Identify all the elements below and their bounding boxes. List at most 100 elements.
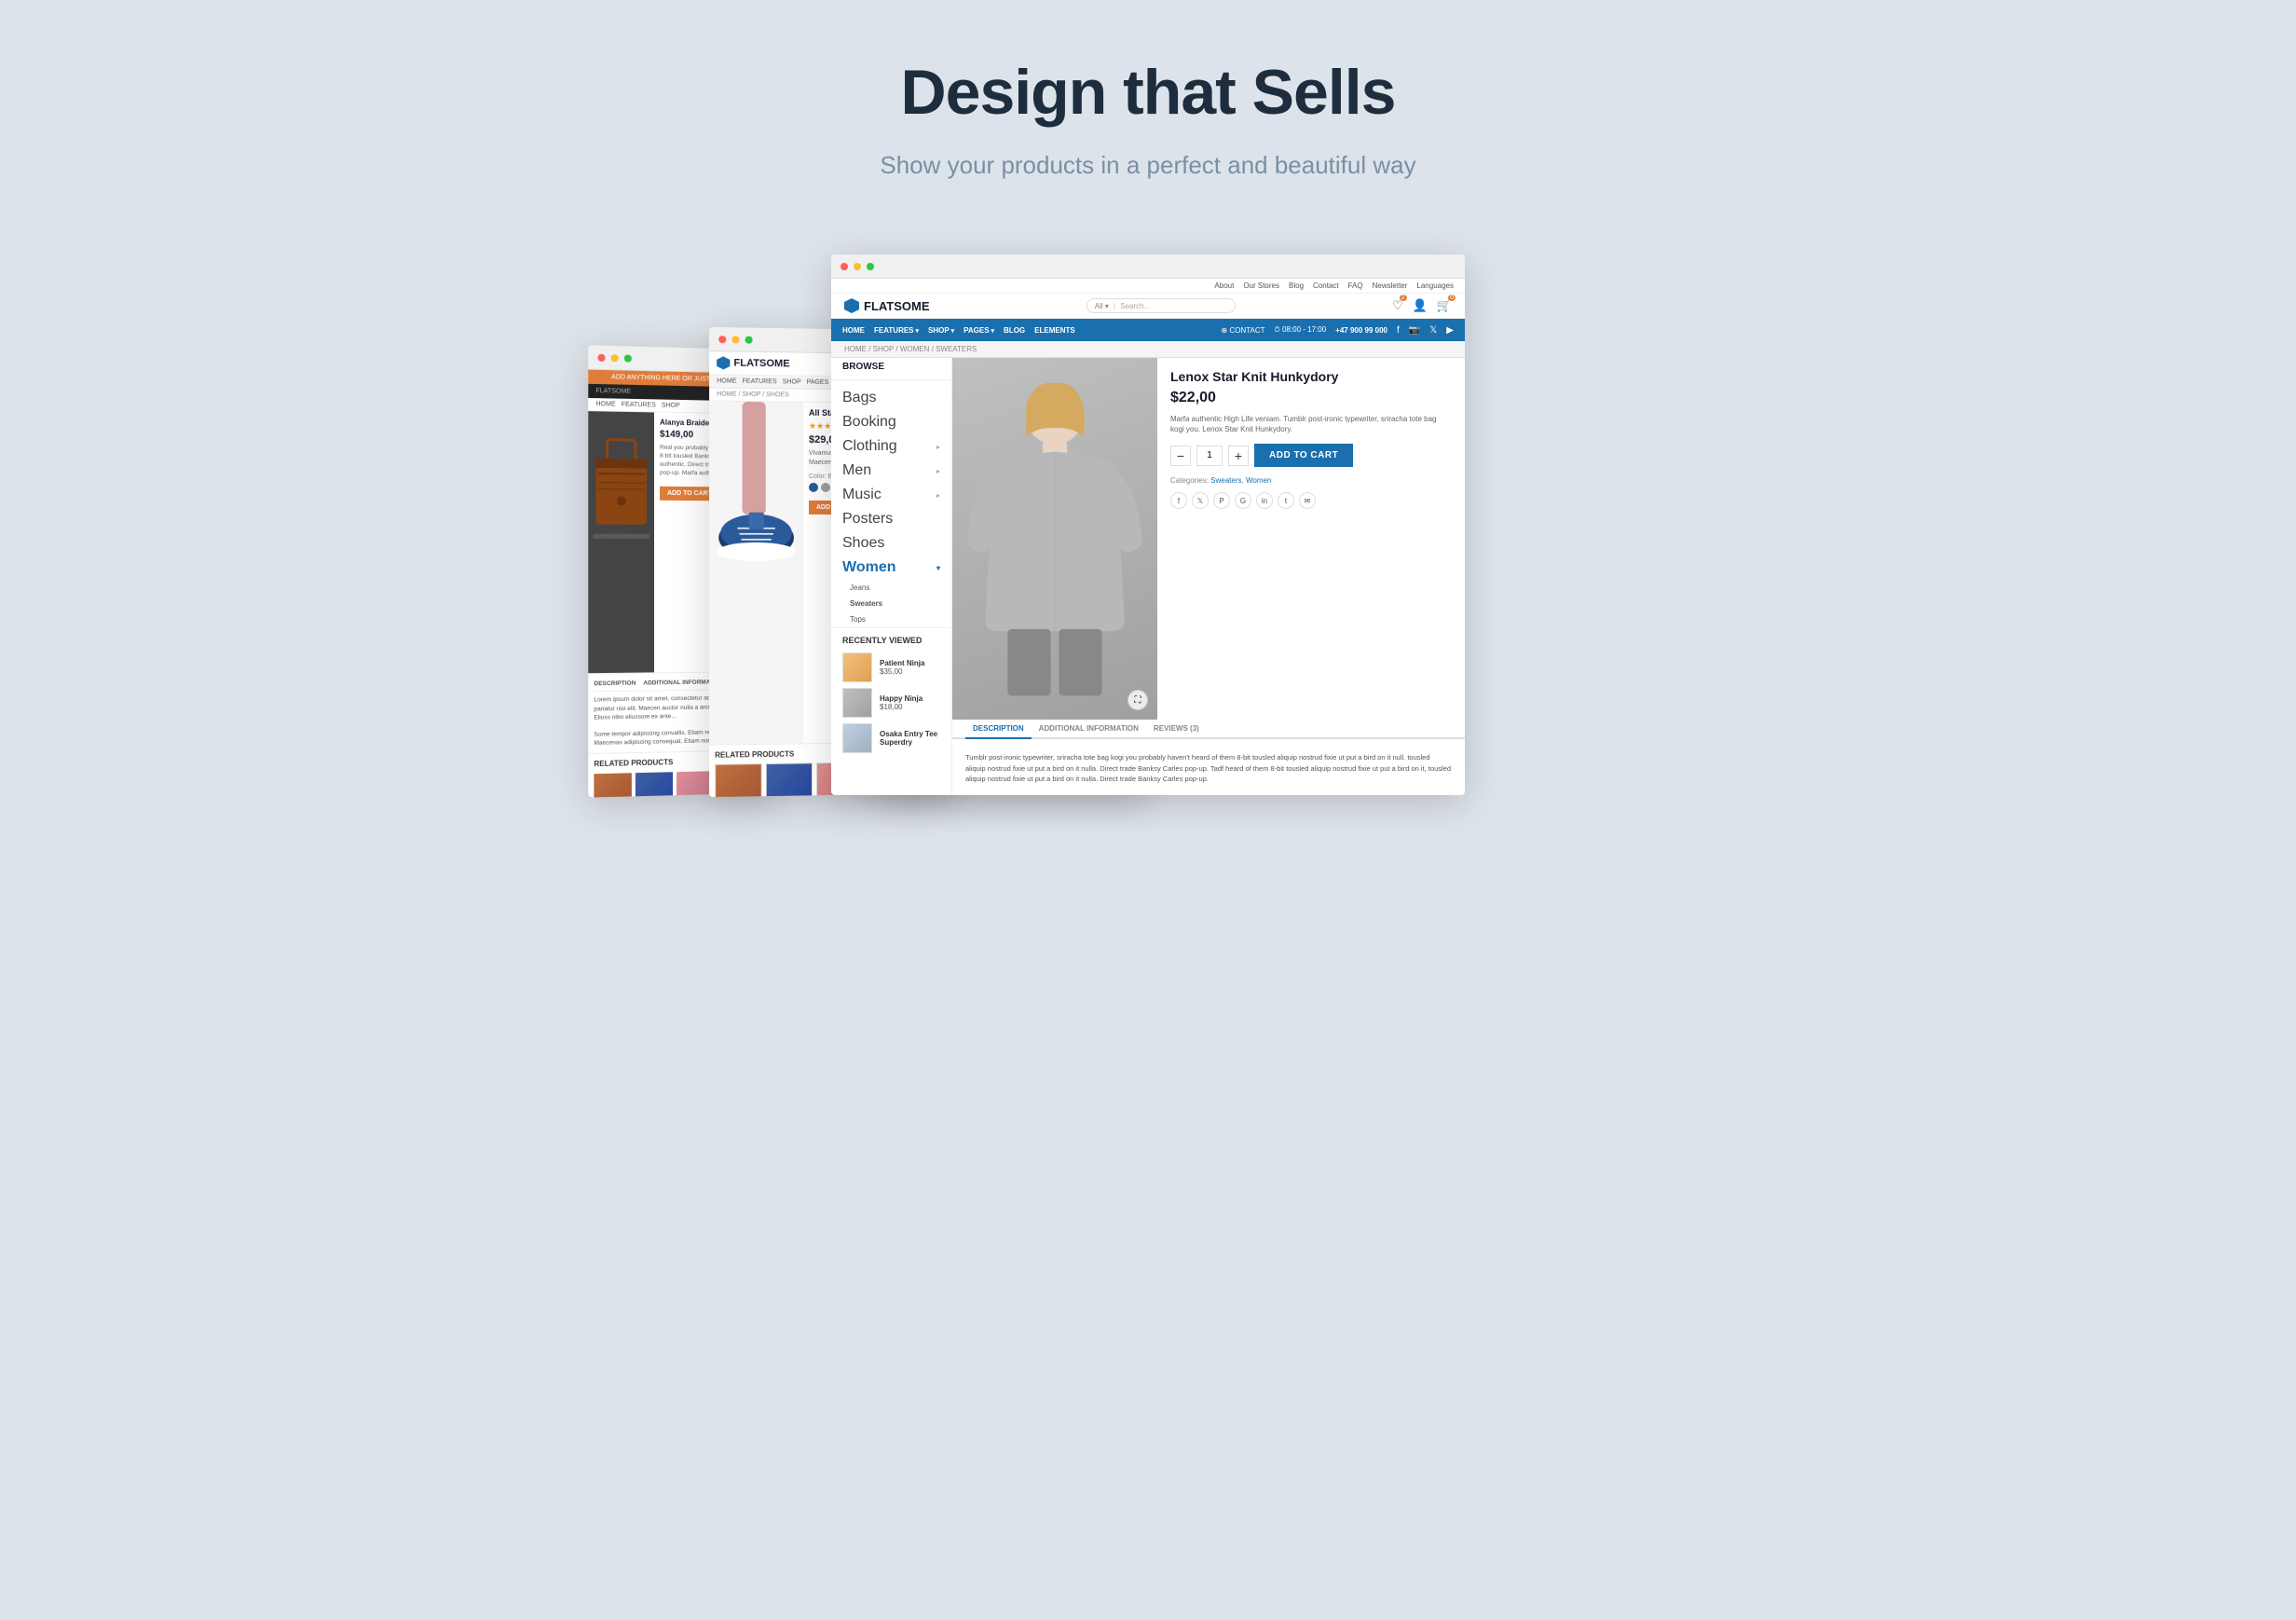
color-gray[interactable] — [821, 483, 830, 492]
recently-item-3[interactable]: Osaka Entry Tee Superdry — [842, 723, 940, 753]
screenshot-main: About Our Stores Blog Contact FAQ Newsle… — [831, 254, 1465, 795]
cart-icon[interactable]: 🛒0 — [1437, 298, 1452, 313]
dot-red-left — [718, 336, 726, 343]
browse-jeans[interactable]: Jeans — [831, 580, 951, 596]
color-blue[interactable] — [809, 482, 818, 491]
nav-features[interactable]: FEATURES — [874, 326, 919, 335]
cat-women[interactable]: Women — [1246, 476, 1271, 485]
product-detail-image: ⛶ — [952, 358, 1157, 720]
nav-blog[interactable]: BLOG — [1004, 326, 1025, 335]
product-desc: Marfa authentic High Life veniam. Tumblr… — [1170, 414, 1452, 434]
screenshots-container: ADD ANYTHING HERE OR JUST REMOVE IT... F… — [589, 236, 1707, 795]
recently-viewed-items: Patient Ninja $35,00 Happy Ninja $18,00 — [842, 652, 940, 753]
browse-women[interactable]: Women ▾ — [831, 556, 951, 580]
nav-phone: +47 900 99 000 — [1335, 326, 1387, 335]
flatsome-top-bar: FLATSOME All ▾ | Search... ♡2 👤 🛒0 — [831, 294, 1465, 319]
browse-sidebar: BROWSE Bags Booking Clothing ▸ Men ▸ — [831, 358, 952, 795]
hero-title: Design that Sells — [880, 56, 1415, 129]
blog-link[interactable]: Blog — [1289, 281, 1304, 290]
browse-sweaters[interactable]: Sweaters — [831, 596, 951, 611]
categories-line: Categories: Sweaters, Women — [1170, 476, 1452, 485]
browse-men[interactable]: Men ▸ — [831, 459, 951, 483]
share-email[interactable]: ✉ — [1299, 492, 1316, 509]
nav-yt-icon[interactable]: ▶ — [1446, 325, 1454, 336]
product-nav-arrows: ‹ › — [952, 791, 1465, 795]
hero-subtitle: Show your products in a perfect and beau… — [880, 151, 1415, 180]
browse-posters[interactable]: Posters — [831, 507, 951, 531]
shoes-related-item-2 — [766, 762, 813, 797]
dot-red — [597, 353, 605, 361]
recently-item-2[interactable]: Happy Ninja $18,00 — [842, 688, 940, 718]
languages-dropdown[interactable]: Languages — [1416, 281, 1454, 290]
tab-description[interactable]: DESCRIPTION — [965, 720, 1032, 739]
browse-shoes[interactable]: Shoes — [831, 531, 951, 556]
add-to-cart-btn[interactable]: ADD TO CART — [1254, 444, 1353, 467]
share-fb[interactable]: f — [1170, 492, 1187, 509]
browse-clothing[interactable]: Clothing ▸ — [831, 434, 951, 459]
dot-yellow — [611, 354, 619, 362]
shoes-product-image — [709, 402, 803, 745]
nav-ig-icon[interactable]: 📷 — [1409, 325, 1420, 336]
share-tumblr[interactable]: t — [1278, 492, 1294, 509]
qty-plus-btn[interactable]: + — [1228, 446, 1249, 466]
global-nav-bar: HOME FEATURES SHOP PAGES BLOG ELEMENTS ⊕… — [831, 319, 1465, 341]
product-info-panel: Lenox Star Knit Hunkydory $22,00 Marfa a… — [1157, 358, 1465, 720]
our-stores-link[interactable]: Our Stores — [1243, 281, 1279, 290]
share-tw[interactable]: 𝕏 — [1192, 492, 1209, 509]
share-pinterest[interactable]: P — [1213, 492, 1230, 509]
shoe-svg — [709, 402, 803, 590]
top-utility-bar: About Our Stores Blog Contact FAQ Newsle… — [831, 279, 1465, 294]
main-search-bar[interactable]: All ▾ | Search... — [1086, 298, 1236, 313]
qty-minus-btn[interactable]: − — [1170, 446, 1191, 466]
browse-booking[interactable]: Booking — [831, 410, 951, 434]
hero-section: Design that Sells Show your products in … — [880, 56, 1415, 180]
nav-shop[interactable]: SHOP — [928, 326, 954, 335]
main-logo: FLATSOME — [844, 298, 930, 313]
recently-item-1[interactable]: Patient Ninja $35,00 — [842, 652, 940, 682]
faq-link[interactable]: FAQ — [1348, 281, 1363, 290]
contact-link[interactable]: Contact — [1313, 281, 1339, 290]
about-link[interactable]: About — [1214, 281, 1234, 290]
qty-value: 1 — [1196, 446, 1223, 466]
nav-contact-area: ⊕ CONTACT ⏱ 08:00 - 17:00 +47 900 99 000… — [1222, 325, 1454, 336]
product-detail-section: ⛶ Lenox Star Knit Hunkydory $22,00 Marfa… — [952, 358, 1465, 795]
top-utility-links: About Our Stores Blog Contact FAQ Newsle… — [1214, 281, 1454, 290]
dot-green — [624, 354, 632, 362]
tab-reviews[interactable]: REVIEWS (3) — [1146, 720, 1207, 737]
nav-fb-icon[interactable]: f — [1397, 325, 1400, 336]
nav-pages[interactable]: PAGES — [964, 326, 994, 335]
product-detail-row: ⛶ Lenox Star Knit Hunkydory $22,00 Marfa… — [952, 358, 1465, 720]
browse-tops[interactable]: Tops — [831, 611, 951, 627]
account-icon[interactable]: 👤 — [1413, 298, 1428, 313]
main-cart-icons: ♡2 👤 🛒0 — [1392, 298, 1452, 313]
quantity-row: − 1 + ADD TO CART — [1170, 444, 1452, 467]
dot-green-main — [867, 263, 874, 270]
recently-thumb-1 — [842, 652, 872, 682]
browse-music[interactable]: Music ▸ — [831, 483, 951, 507]
share-linkedin[interactable]: in — [1256, 492, 1273, 509]
dot-yellow-main — [854, 263, 861, 270]
newsletter-link[interactable]: Newsletter — [1373, 281, 1408, 290]
nav-elements[interactable]: ELEMENTS — [1034, 326, 1075, 335]
shoes-logo: FLATSOME — [717, 356, 789, 370]
tab-additional[interactable]: ADDITIONAL INFORMATION — [1032, 720, 1146, 737]
product-model-svg — [952, 358, 1157, 720]
all-dropdown[interactable]: All ▾ — [1095, 302, 1109, 310]
cat-sweaters[interactable]: Sweaters — [1210, 476, 1241, 485]
recently-thumb-2 — [842, 688, 872, 718]
dot-green-left — [745, 336, 753, 343]
recently-thumb-3 — [842, 723, 872, 753]
nav-home[interactable]: HOME — [842, 326, 865, 335]
wishlist-icon[interactable]: ♡2 — [1392, 298, 1403, 313]
gray-sweater-img — [952, 358, 1157, 720]
browse-bags[interactable]: Bags — [831, 386, 951, 410]
browser-bar-main — [831, 254, 1465, 279]
nav-contact[interactable]: ⊕ CONTACT — [1222, 326, 1265, 335]
dark-related-2 — [636, 772, 673, 797]
nav-tw-icon[interactable]: 𝕏 — [1429, 325, 1437, 336]
recently-viewed-title: RECENTLY VIEWED — [842, 636, 940, 645]
product-tabs-row: DESCRIPTION ADDITIONAL INFORMATION REVIE… — [952, 720, 1465, 739]
share-gplus[interactable]: G — [1235, 492, 1251, 509]
nav-hours: ⏱ 08:00 - 17:00 — [1275, 325, 1327, 335]
browse-title: BROWSE — [831, 358, 951, 380]
